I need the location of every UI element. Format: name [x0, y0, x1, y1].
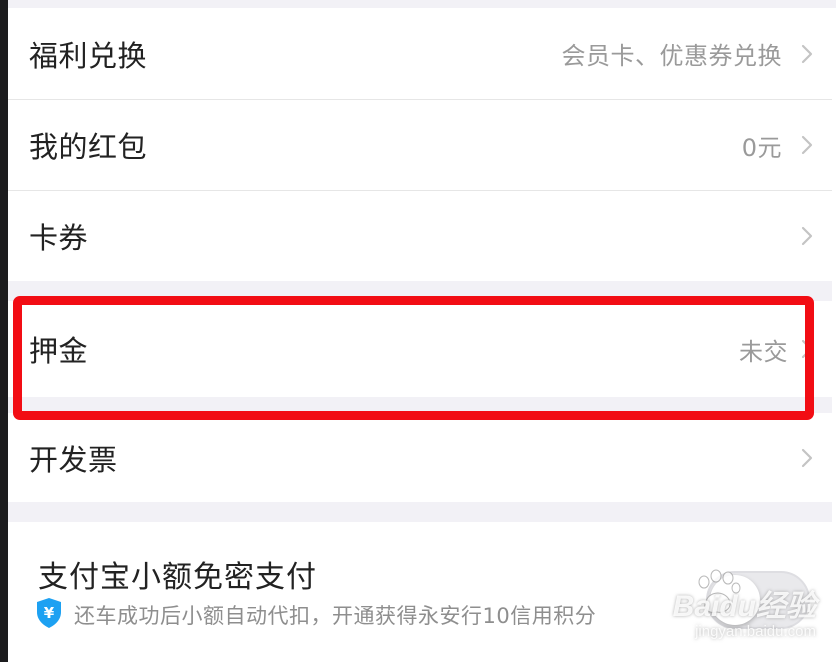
menu-item-label: 福利兑换	[29, 38, 148, 73]
right-frame-edge	[832, 0, 836, 662]
menu-item-invoice[interactable]: 开发票	[8, 413, 832, 502]
menu-item-red-packet[interactable]: 我的红包 0元	[8, 100, 832, 190]
menu-item-label: 卡券	[29, 221, 89, 255]
menu-item-label: 我的红包	[29, 130, 148, 164]
chevron-right-icon	[801, 44, 813, 63]
shield-yuan-icon: ¥	[37, 598, 61, 628]
menu-item-benefits-exchange[interactable]: 福利兑换 会员卡、优惠券兑换	[8, 8, 832, 99]
menu-item-deposit[interactable]: 押金 未交	[8, 301, 832, 397]
menu-item-label: 押金	[29, 334, 89, 368]
toggle-knob[interactable]	[710, 575, 760, 625]
alipay-title: 支付宝小额免密支付	[38, 560, 317, 595]
shield-symbol: ¥	[44, 604, 55, 622]
menu-item-coupons[interactable]: 卡券	[8, 191, 832, 281]
alipay-subtitle: 还车成功后小额自动代扣，开通获得永安行10信用积分	[74, 604, 597, 628]
chevron-right-icon	[801, 226, 813, 246]
menu-item-value: 未交	[739, 337, 788, 366]
chevron-right-icon	[801, 448, 813, 467]
menu-item-label: 开发票	[29, 442, 118, 477]
menu-item-value: 会员卡、优惠券兑换	[561, 42, 782, 70]
menu-item-value: 0元	[741, 133, 782, 162]
top-spacer	[8, 0, 836, 8]
chevron-right-icon	[801, 135, 813, 155]
alipay-toggle[interactable]	[706, 571, 810, 629]
alipay-password-free-card: 支付宝小额免密支付 ¥ 还车成功后小额自动代扣，开通获得永安行10信用积分	[8, 522, 832, 662]
chevron-right-icon	[801, 339, 813, 359]
left-frame-edge	[0, 0, 8, 662]
